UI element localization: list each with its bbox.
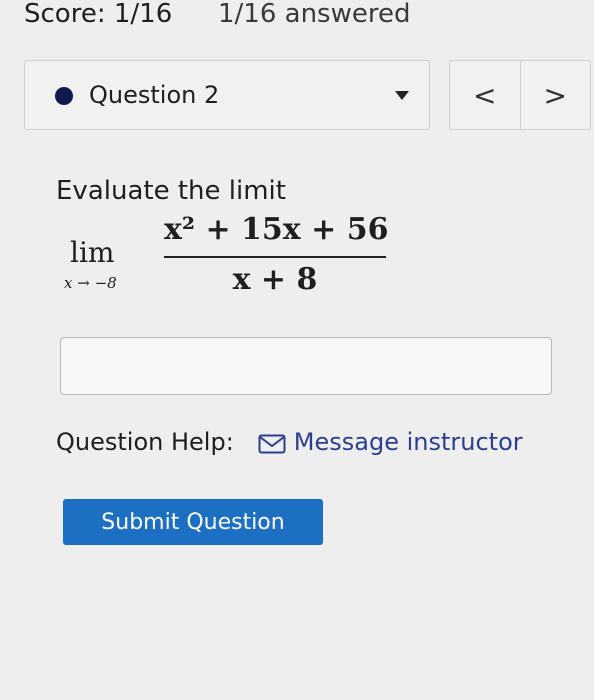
question-label: Question 2 [89,81,220,109]
chevron-down-icon [395,91,409,100]
message-instructor-link[interactable]: Message instructor [294,428,523,456]
denominator: x + 8 [232,262,318,297]
chevron-right-icon: > [543,78,567,112]
submit-question-button[interactable]: Submit Question [63,499,323,545]
help-label: Question Help: [56,428,234,456]
score-text: Score: 1/16 [24,0,173,29]
previous-question-button[interactable]: < [450,61,520,129]
chevron-left-icon: < [473,78,497,112]
question-selector[interactable]: Question 2 [24,60,430,130]
answer-input[interactable] [60,337,552,395]
fraction-bar [164,256,386,258]
question-nav-buttons: < > [449,60,591,130]
lim-operator: lim [70,236,115,269]
numerator: x² + 15x + 56 [164,212,389,247]
score-bar: Score: 1/16 1/16 answered [0,0,594,36]
question-prompt: Evaluate the limit [56,176,286,206]
answered-count: 1/16 answered [218,0,411,29]
lim-subscript: x → −8 [64,274,117,292]
next-question-button[interactable]: > [519,61,591,129]
question-help: Question Help: Message instructor [56,428,523,456]
mail-icon[interactable] [258,432,286,454]
status-dot [55,87,73,105]
